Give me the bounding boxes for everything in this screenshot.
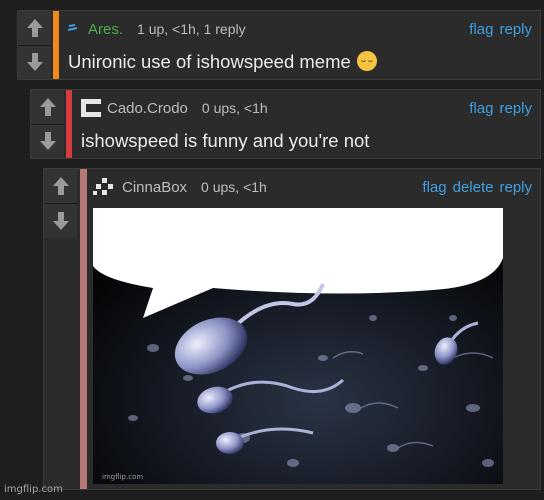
pensive-face-icon xyxy=(356,51,377,71)
comment-cado-crodo: Cado.Crodo 0 ups, <1h flag reply ishowsp… xyxy=(30,89,541,159)
flag-link[interactable]: flag xyxy=(469,100,493,117)
site-watermark: imgflip.com xyxy=(4,484,63,495)
vote-controls xyxy=(44,169,77,239)
comment-actions: flag reply xyxy=(469,100,532,117)
comment-text: Unironic use of ishowspeed meme xyxy=(68,51,351,72)
flag-link[interactable]: flag xyxy=(469,21,493,38)
downvote-button[interactable] xyxy=(44,204,77,238)
comment-text-row: Unironic use of ishowspeed meme xyxy=(68,51,530,73)
comment-ares: Ares. 1 up, <1h, 1 reply flag reply Unir… xyxy=(17,10,541,80)
arrow-up-icon xyxy=(52,177,69,195)
user-avatar-icon[interactable] xyxy=(92,176,118,198)
upvote-button[interactable] xyxy=(18,11,51,46)
image-watermark: imgflip.com xyxy=(102,473,144,481)
delete-link[interactable]: delete xyxy=(453,179,494,196)
comment-meta: 1 up, <1h, 1 reply xyxy=(137,21,246,37)
accent-bar xyxy=(66,90,72,158)
comment-meta: 0 ups, <1h xyxy=(201,100,268,116)
username[interactable]: CinnaBox xyxy=(122,179,187,196)
username[interactable]: Ares. xyxy=(88,21,123,38)
comment-actions: flag reply xyxy=(469,21,532,38)
user-badge-icon[interactable] xyxy=(66,23,80,35)
user-avatar-icon[interactable] xyxy=(79,97,103,119)
vote-controls xyxy=(31,90,64,158)
downvote-button[interactable] xyxy=(18,45,51,79)
reply-link[interactable]: reply xyxy=(499,100,532,117)
meme-illustration xyxy=(93,208,503,484)
arrow-down-icon xyxy=(26,53,43,72)
arrow-down-icon xyxy=(39,132,56,151)
comment-header: CinnaBox 0 ups, <1h flag delete reply xyxy=(92,176,532,198)
upvote-button[interactable] xyxy=(31,90,64,125)
comment-actions: flag delete reply xyxy=(422,179,532,196)
comment-header: Cado.Crodo 0 ups, <1h flag reply xyxy=(79,97,532,119)
comment-text: ishowspeed is funny and you're not xyxy=(81,130,370,151)
accent-bar xyxy=(53,11,59,79)
arrow-down-icon xyxy=(52,212,69,230)
arrow-up-icon xyxy=(39,97,56,116)
upvote-button[interactable] xyxy=(44,169,77,204)
comment-cinnabox: CinnaBox 0 ups, <1h flag delete reply im… xyxy=(43,168,541,490)
username[interactable]: Cado.Crodo xyxy=(107,100,188,117)
flag-link[interactable]: flag xyxy=(422,179,446,196)
downvote-button[interactable] xyxy=(31,124,64,158)
meme-image[interactable]: imgflip.com xyxy=(93,208,503,484)
reply-link[interactable]: reply xyxy=(499,21,532,38)
vote-controls xyxy=(18,11,51,79)
arrow-up-icon xyxy=(26,18,43,37)
comment-header: Ares. 1 up, <1h, 1 reply flag reply xyxy=(66,18,532,40)
reply-link[interactable]: reply xyxy=(499,179,532,196)
accent-bar xyxy=(80,169,87,489)
comment-meta: 0 ups, <1h xyxy=(201,179,267,195)
